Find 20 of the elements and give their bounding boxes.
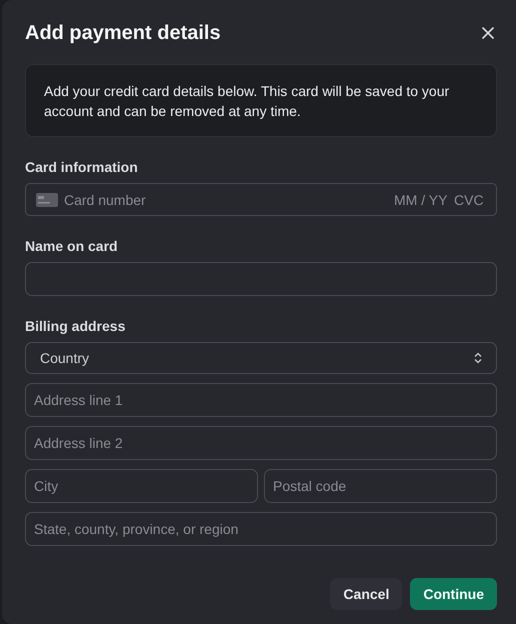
card-icon [36, 192, 58, 206]
expiry-input[interactable]: MM / YY [394, 192, 448, 208]
field-label: Card information [25, 159, 139, 175]
address-input[interactable]: Address line 2 [25, 426, 497, 460]
card-info-field[interactable]: Card number MM / YY CVC [25, 183, 497, 216]
country-select[interactable]: Country [25, 342, 497, 374]
card-number-input[interactable]: Card number [64, 192, 388, 208]
address-input[interactable]: Postal code [264, 469, 497, 503]
continue-button[interactable]: Continue [410, 578, 497, 610]
address-input[interactable]: State, county, province, or region [25, 512, 497, 546]
updown-chevron-icon [474, 352, 482, 364]
cvc-input[interactable]: CVC [454, 192, 486, 208]
dialog-title: Add payment details [25, 22, 221, 44]
field-label: Name on card [25, 238, 119, 254]
close-icon [481, 26, 495, 40]
address-input[interactable]: Address line 1 [25, 383, 497, 417]
info-notice: Add your credit card details below. This card will be saved to your account and can be removed at any time. [25, 64, 497, 137]
address-input[interactable]: City [25, 469, 258, 503]
field-label: Billing address [25, 318, 126, 334]
cancel-button[interactable]: Cancel [330, 578, 402, 610]
